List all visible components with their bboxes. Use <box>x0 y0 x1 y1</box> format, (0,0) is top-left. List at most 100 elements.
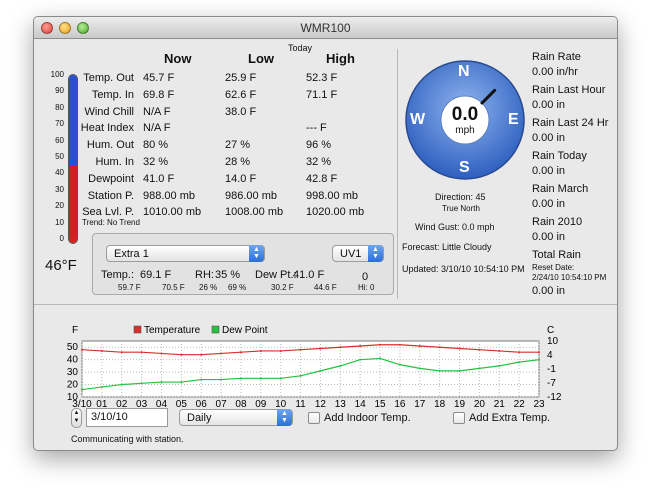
data-point <box>339 364 342 367</box>
thermometer-tick-label: 60 <box>55 135 64 145</box>
data-point <box>438 369 441 372</box>
x-tick-label: 14 <box>355 399 367 409</box>
chevron-updown-icon: ▲ ▼ <box>249 245 264 262</box>
x-tick-label: 13 <box>335 399 347 409</box>
x-tick-label: 19 <box>454 399 466 409</box>
rain-value: 0.00 in <box>532 198 566 210</box>
wind-direction: Direction: 45 <box>435 192 486 202</box>
thermometer-tick-label: 90 <box>55 86 64 96</box>
period-select-value: Daily <box>187 412 212 424</box>
data-point <box>359 358 362 361</box>
data-point <box>100 386 103 389</box>
data-point <box>379 357 382 360</box>
rain-value: 0.00 in <box>532 165 566 177</box>
data-point <box>319 347 322 350</box>
wind-speed: 0.0 <box>451 104 479 125</box>
x-tick-label: 06 <box>196 399 208 409</box>
legend-swatch <box>133 325 142 334</box>
data-point <box>120 351 123 354</box>
condition-low: 25.9 F <box>225 72 257 84</box>
x-tick-label: 15 <box>374 399 386 409</box>
extra-dew-low: 30.2 F <box>271 283 294 292</box>
thermometer-warm-fill <box>69 165 77 243</box>
status-text: Communicating with station. <box>71 434 184 444</box>
data-point <box>418 367 421 370</box>
legend-label: Temperature <box>144 325 201 336</box>
data-point <box>180 381 183 384</box>
data-point <box>478 348 481 351</box>
extra-dew-value: 41.0 F <box>293 269 325 281</box>
data-point <box>100 349 103 352</box>
add-extra-temp-label: Add Extra Temp. <box>469 412 551 424</box>
period-select[interactable]: Daily ▲ ▼ <box>179 409 293 426</box>
data-point <box>200 378 203 381</box>
header-low: Low <box>248 51 274 66</box>
data-point <box>458 369 461 372</box>
rain-value: 0.00 in <box>532 99 566 111</box>
data-point <box>299 374 302 377</box>
rain-label: Rain Rate <box>532 51 581 63</box>
temperature-chart: 3/10 01 02 03 04 05 06 07 08 09 10 11 12 13 14 15 16 17 18… <box>67 325 562 409</box>
x-tick-label: 20 <box>474 399 486 409</box>
trend-label: Trend: No Trend <box>82 218 140 227</box>
x-tick-label: 11 <box>295 399 306 409</box>
extra-rh-value: 35 % <box>215 269 241 281</box>
condition-low: 38.0 F <box>225 106 257 118</box>
x-tick-label: 10 <box>275 399 287 409</box>
forecast: Forecast: Little Cloudy <box>402 242 492 252</box>
thermometer-tick-label: 10 <box>55 217 64 227</box>
data-point <box>518 351 521 354</box>
uv-sensor-select[interactable]: UV1 ▲ ▼ <box>332 245 384 262</box>
rain-label: Rain Last Hour <box>532 84 606 96</box>
rain-value: 0.00 in/hr <box>532 66 578 78</box>
x-tick-label: 07 <box>216 399 228 409</box>
x-tick-label: 16 <box>394 399 406 409</box>
data-point <box>359 344 362 347</box>
y2-tick-label: -12 <box>547 392 562 403</box>
condition-high: 32 % <box>306 156 332 168</box>
data-point <box>339 346 342 349</box>
date-stepper[interactable]: ▲ ▼ <box>71 408 82 428</box>
data-point <box>259 349 262 352</box>
x-tick-label: 17 <box>414 399 426 409</box>
extra-sensor-select[interactable]: Extra 1 ▲ ▼ <box>106 245 265 262</box>
data-point <box>458 347 461 350</box>
header-high: High <box>326 51 355 66</box>
y2-tick-label: -7 <box>547 378 556 389</box>
add-extra-temp-checkbox[interactable] <box>453 412 465 424</box>
data-point <box>180 353 183 356</box>
condition-high: 71.1 F <box>306 89 338 101</box>
thermometer-cold-fill <box>69 75 77 166</box>
add-indoor-temp-checkbox[interactable] <box>308 412 320 424</box>
reset-date-value: 2/24/10 10:54:10 PM <box>532 273 607 282</box>
y-tick-label: 20 <box>67 380 79 391</box>
data-point <box>81 388 83 391</box>
today-label: Today <box>288 43 313 53</box>
y-tick-label: 10 <box>67 392 79 403</box>
y2-tick-label: -1 <box>547 364 556 375</box>
date-field[interactable]: 3/10/10 <box>86 408 168 427</box>
legend-label: Dew Point <box>222 325 268 336</box>
condition-high: 998.00 mb <box>306 190 358 202</box>
x-tick-label: 12 <box>315 399 327 409</box>
extra-temp-value: 69.1 F <box>140 269 172 281</box>
thermometer-tube <box>68 74 78 244</box>
extra-temp-high: 70.5 F <box>162 283 185 292</box>
rain-label: Rain 2010 <box>532 216 583 228</box>
condition-low: 14.0 F <box>225 173 257 185</box>
title-bar: WMR100 <box>34 17 617 39</box>
condition-now: 69.8 F <box>143 89 175 101</box>
condition-now: 988.00 mb <box>143 190 195 202</box>
data-point <box>200 353 203 356</box>
y-tick-label: 40 <box>67 355 79 366</box>
data-point <box>259 377 262 380</box>
header-now: Now <box>164 51 192 66</box>
data-point <box>160 381 163 384</box>
window-title: WMR100 <box>300 21 351 35</box>
x-tick-label: 21 <box>494 399 506 409</box>
data-point <box>239 351 242 354</box>
data-point <box>319 369 322 372</box>
data-point <box>160 352 163 355</box>
condition-now: N/A F <box>143 122 171 134</box>
uv-value: 0 <box>362 271 369 283</box>
